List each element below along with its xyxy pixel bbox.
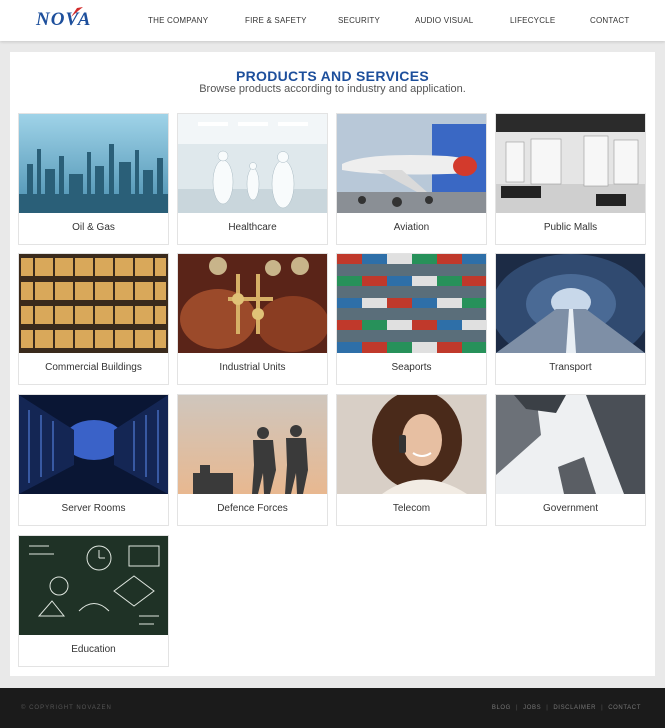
phone-woman-photo: [337, 395, 486, 494]
category-card-defence-forces[interactable]: Defence Forces: [177, 394, 328, 526]
category-card-industrial-units[interactable]: Industrial Units: [177, 253, 328, 385]
category-card-education[interactable]: Education: [18, 535, 169, 667]
category-card-server-rooms[interactable]: Server Rooms: [18, 394, 169, 526]
footer-separator: |: [546, 705, 549, 711]
footer-link-disclaimer[interactable]: DISCLAIMER: [553, 705, 596, 711]
nav-the-company[interactable]: THE COMPANY: [148, 16, 208, 25]
cleanroom-photo: [178, 114, 327, 213]
store-photo: [496, 114, 645, 213]
tunnel-photo: [496, 254, 645, 353]
category-label: Seaports: [391, 362, 432, 373]
server-rack-photo: [19, 395, 168, 494]
footer-link-blog[interactable]: BLOG: [492, 705, 511, 711]
category-label: Transport: [549, 362, 592, 373]
category-card-oil-gas[interactable]: Oil & Gas: [18, 113, 169, 245]
category-card-commercial-buildings[interactable]: Commercial Buildings: [18, 253, 169, 385]
category-label: Telecom: [392, 503, 431, 514]
category-card-healthcare[interactable]: Healthcare: [177, 113, 328, 245]
site-header: NOVA THE COMPANY FIRE & SAFETY SECURITY …: [0, 0, 665, 41]
category-label: Defence Forces: [217, 503, 288, 514]
copyright-text: © COPYRIGHT NOVAZEN: [21, 705, 112, 711]
category-card-telecom[interactable]: Telecom: [336, 394, 487, 526]
footer-separator: |: [601, 705, 604, 711]
category-label: Healthcare: [228, 222, 277, 233]
jet-photo: [337, 114, 486, 213]
category-label: Education: [71, 644, 116, 655]
page-subtitle: Browse products according to industry an…: [199, 83, 466, 95]
nav-audio-visual[interactable]: AUDIO VISUAL: [415, 16, 473, 25]
skyscrapers-photo: [496, 395, 645, 494]
nav-lifecycle[interactable]: LIFECYCLE: [510, 16, 555, 25]
category-card-government[interactable]: Government: [495, 394, 646, 526]
footer-links: BLOG | JOBS | DISCLAIMER | CONTACT: [492, 705, 641, 711]
valves-photo: [178, 254, 327, 353]
footer-link-contact[interactable]: CONTACT: [608, 705, 641, 711]
category-label: Server Rooms: [61, 503, 126, 514]
category-card-public-malls[interactable]: Public Malls: [495, 113, 646, 245]
category-label: Industrial Units: [219, 362, 286, 373]
office-building-photo: [19, 254, 168, 353]
main-nav: THE COMPANY FIRE & SAFETY SECURITY AUDIO…: [0, 0, 665, 41]
chalkboard-photo: [19, 536, 168, 635]
category-label: Aviation: [393, 222, 430, 233]
nav-contact[interactable]: CONTACT: [590, 16, 629, 25]
category-label: Oil & Gas: [72, 222, 115, 233]
nav-security[interactable]: SECURITY: [338, 16, 380, 25]
footer-link-jobs[interactable]: JOBS: [523, 705, 541, 711]
category-card-aviation[interactable]: Aviation: [336, 113, 487, 245]
products-panel: PRODUCTS AND SERVICES Browse products ac…: [10, 52, 655, 676]
site-footer: © COPYRIGHT NOVAZEN BLOG | JOBS | DISCLA…: [0, 688, 665, 728]
category-label: Commercial Buildings: [45, 362, 142, 373]
category-label: Government: [542, 503, 599, 514]
category-card-transport[interactable]: Transport: [495, 253, 646, 385]
nav-fire-safety[interactable]: FIRE & SAFETY: [245, 16, 307, 25]
footer-separator: |: [515, 705, 519, 711]
category-label: Public Malls: [543, 222, 598, 233]
category-card-seaports[interactable]: Seaports: [336, 253, 487, 385]
page-title: PRODUCTS AND SERVICES: [236, 68, 429, 84]
containers-photo: [337, 254, 486, 353]
refinery-photo: [19, 114, 168, 213]
soldiers-photo: [178, 395, 327, 494]
